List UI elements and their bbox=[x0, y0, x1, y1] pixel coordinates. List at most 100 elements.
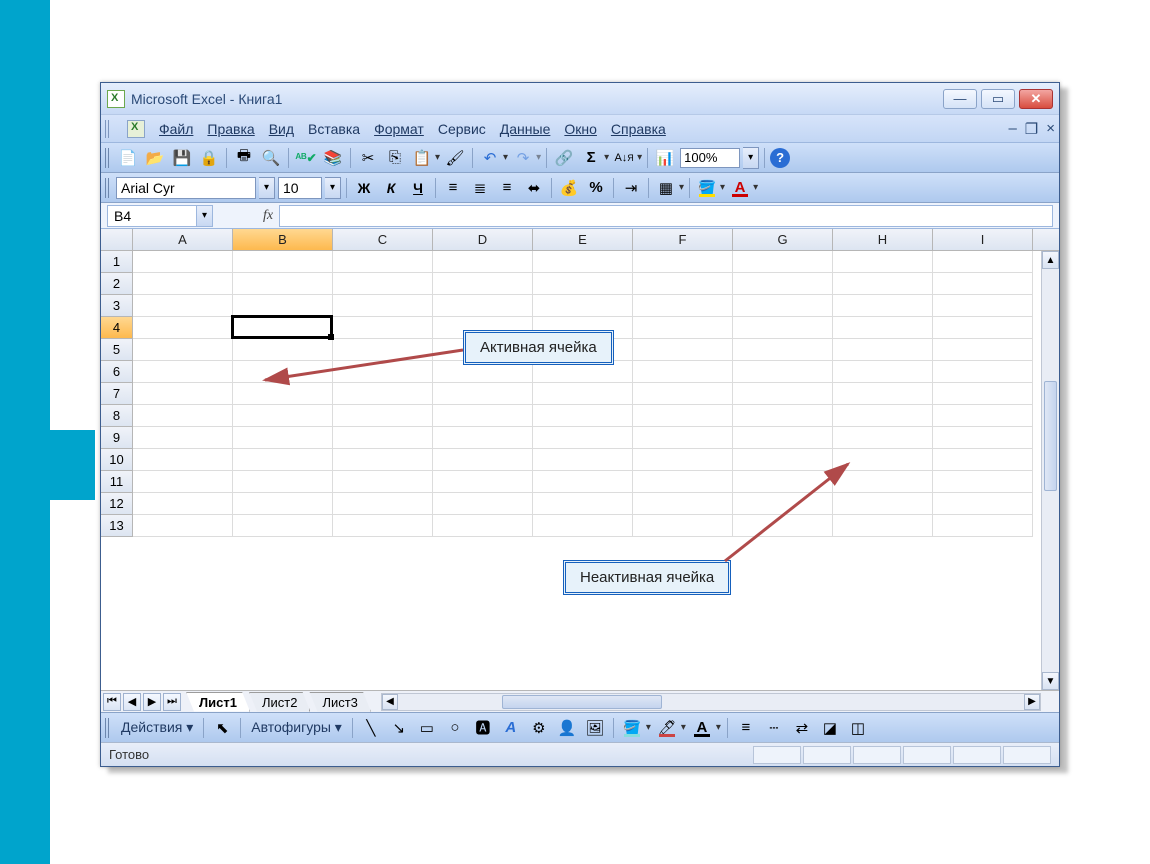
scroll-right-icon[interactable]: ▶ bbox=[1024, 694, 1040, 710]
cell[interactable] bbox=[533, 251, 633, 273]
cell[interactable] bbox=[533, 427, 633, 449]
cell[interactable] bbox=[633, 493, 733, 515]
align-left-icon[interactable]: ≡ bbox=[441, 177, 465, 199]
cell[interactable] bbox=[633, 383, 733, 405]
cell[interactable] bbox=[933, 251, 1033, 273]
fx-label[interactable]: fx bbox=[263, 208, 273, 224]
col-header-g[interactable]: G bbox=[733, 229, 833, 250]
cell[interactable] bbox=[533, 471, 633, 493]
col-header-f[interactable]: F bbox=[633, 229, 733, 250]
increase-indent-icon[interactable]: ⇥ bbox=[619, 177, 643, 199]
cell[interactable] bbox=[533, 493, 633, 515]
cell[interactable] bbox=[833, 383, 933, 405]
new-icon[interactable]: 📄 bbox=[116, 147, 140, 169]
cell[interactable] bbox=[933, 339, 1033, 361]
menu-file[interactable]: Файл bbox=[159, 121, 193, 137]
cell[interactable] bbox=[833, 361, 933, 383]
toolbar-grip[interactable] bbox=[105, 718, 111, 738]
cell[interactable] bbox=[733, 383, 833, 405]
cell[interactable] bbox=[833, 273, 933, 295]
name-box-dropdown[interactable]: ▾ bbox=[197, 205, 213, 227]
cell[interactable] bbox=[833, 295, 933, 317]
insert-picture-icon[interactable]: 🖼 bbox=[583, 717, 607, 739]
cut-icon[interactable]: ✂ bbox=[356, 147, 380, 169]
cell[interactable] bbox=[633, 317, 733, 339]
clipart-icon[interactable]: 👤 bbox=[555, 717, 579, 739]
sheet-tab-3[interactable]: Лист3 bbox=[309, 692, 370, 712]
cell[interactable] bbox=[733, 405, 833, 427]
cell[interactable] bbox=[733, 427, 833, 449]
cell[interactable] bbox=[333, 515, 433, 537]
cell[interactable] bbox=[533, 273, 633, 295]
shadow-style-icon[interactable]: ◪ bbox=[818, 717, 842, 739]
scroll-down-icon[interactable]: ▼ bbox=[1042, 672, 1059, 690]
cell[interactable] bbox=[433, 515, 533, 537]
cell[interactable] bbox=[133, 471, 233, 493]
prev-sheet-button[interactable]: ◀ bbox=[123, 693, 141, 711]
undo-icon[interactable]: ↶ bbox=[478, 147, 502, 169]
align-center-icon[interactable]: ≣ bbox=[468, 177, 492, 199]
doc-close-button[interactable]: × bbox=[1046, 120, 1055, 138]
cell[interactable] bbox=[433, 251, 533, 273]
horizontal-scrollbar[interactable]: ◀ ▶ bbox=[381, 693, 1041, 711]
cell[interactable] bbox=[733, 361, 833, 383]
hyperlink-icon[interactable]: 🔗 bbox=[552, 147, 576, 169]
3d-style-icon[interactable]: ◫ bbox=[846, 717, 870, 739]
last-sheet-button[interactable]: ⏭ bbox=[163, 693, 181, 711]
cell[interactable] bbox=[833, 317, 933, 339]
cell[interactable] bbox=[533, 405, 633, 427]
cell[interactable] bbox=[333, 273, 433, 295]
cell[interactable] bbox=[133, 515, 233, 537]
cell[interactable] bbox=[733, 339, 833, 361]
row-header[interactable]: 11 bbox=[101, 471, 133, 493]
cell[interactable] bbox=[333, 251, 433, 273]
maximize-button[interactable]: ▭ bbox=[981, 89, 1015, 109]
cell[interactable] bbox=[233, 273, 333, 295]
save-icon[interactable]: 💾 bbox=[170, 147, 194, 169]
menu-service[interactable]: Сервис bbox=[438, 121, 486, 137]
row-header[interactable]: 6 bbox=[101, 361, 133, 383]
toolbar-grip[interactable] bbox=[105, 120, 111, 138]
chart-wizard-icon[interactable]: 📊 bbox=[653, 147, 677, 169]
cell[interactable] bbox=[333, 295, 433, 317]
cell[interactable] bbox=[933, 515, 1033, 537]
doc-minimize-button[interactable]: – bbox=[1008, 120, 1016, 138]
sheet-tab-2[interactable]: Лист2 bbox=[249, 692, 310, 712]
cell[interactable] bbox=[233, 449, 333, 471]
col-header-a[interactable]: A bbox=[133, 229, 233, 250]
scroll-up-icon[interactable]: ▲ bbox=[1042, 251, 1059, 269]
zoom-dropdown[interactable]: ▾ bbox=[743, 147, 759, 169]
menu-edit[interactable]: Правка bbox=[207, 121, 254, 137]
cell[interactable] bbox=[633, 339, 733, 361]
cell[interactable] bbox=[633, 251, 733, 273]
oval-icon[interactable]: ○ bbox=[443, 717, 467, 739]
col-header-e[interactable]: E bbox=[533, 229, 633, 250]
dash-style-icon[interactable]: ┄ bbox=[762, 717, 786, 739]
zoom-combo[interactable]: 100% bbox=[680, 148, 740, 168]
cell[interactable] bbox=[133, 273, 233, 295]
formula-input[interactable] bbox=[279, 205, 1053, 227]
menu-data[interactable]: Данные bbox=[500, 121, 551, 137]
underline-button[interactable]: Ч bbox=[406, 177, 430, 199]
help-icon[interactable]: ? bbox=[770, 148, 790, 168]
line-icon[interactable]: ╲ bbox=[359, 717, 383, 739]
cell[interactable] bbox=[533, 295, 633, 317]
cell[interactable] bbox=[933, 273, 1033, 295]
line-color-icon[interactable]: 🖊 bbox=[655, 717, 679, 739]
toolbar-grip[interactable] bbox=[105, 148, 111, 168]
cell[interactable] bbox=[133, 339, 233, 361]
cell[interactable] bbox=[333, 405, 433, 427]
print-preview-icon[interactable]: 🔍 bbox=[259, 147, 283, 169]
col-header-b[interactable]: B bbox=[233, 229, 333, 250]
cell[interactable] bbox=[433, 493, 533, 515]
font-combo[interactable]: Arial Cyr bbox=[116, 177, 256, 199]
line-weight-icon[interactable]: ≡ bbox=[734, 717, 758, 739]
row-header[interactable]: 13 bbox=[101, 515, 133, 537]
cell[interactable] bbox=[533, 515, 633, 537]
cell[interactable] bbox=[633, 515, 733, 537]
menu-insert[interactable]: Вставка bbox=[308, 121, 360, 137]
text-box-icon[interactable]: 🅰 bbox=[471, 717, 495, 739]
shape-font-color-icon[interactable]: A bbox=[690, 717, 714, 739]
cell[interactable] bbox=[633, 295, 733, 317]
font-size-dropdown[interactable]: ▾ bbox=[325, 177, 341, 199]
